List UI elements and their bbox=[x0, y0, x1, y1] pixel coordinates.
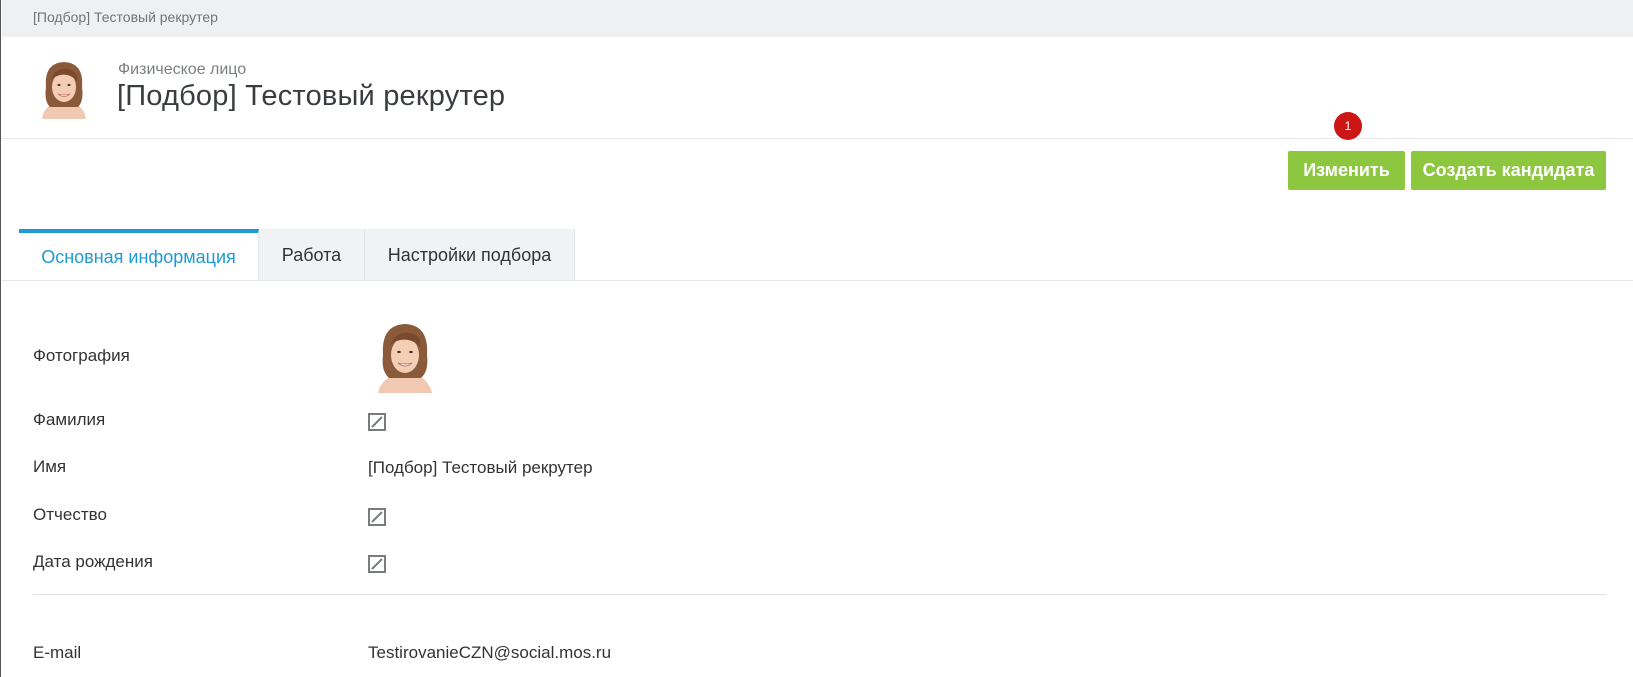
first-name-label: Имя bbox=[33, 457, 67, 476]
avatar bbox=[34, 57, 94, 119]
section-divider bbox=[33, 594, 1606, 595]
header-divider bbox=[2, 138, 1633, 139]
patronymic-label: Отчество bbox=[33, 505, 107, 524]
create-candidate-button[interactable]: Создать кандидата bbox=[1411, 151, 1606, 190]
profile-photo bbox=[370, 319, 440, 393]
page-frame: [Подбор] Тестовый рекрутер Физическое ли… bbox=[0, 0, 1633, 677]
empty-value-icon bbox=[368, 555, 386, 573]
birth-date-label: Дата рождения bbox=[33, 552, 153, 571]
tab-work[interactable]: Работа bbox=[259, 229, 365, 281]
first-name-value: [Подбор] Тестовый рекрутер bbox=[368, 458, 593, 477]
tab-recruitment-settings[interactable]: Настройки подбора bbox=[365, 229, 575, 281]
last-name-label: Фамилия bbox=[33, 410, 106, 429]
empty-value-icon bbox=[368, 508, 386, 526]
email-label: E-mail bbox=[33, 643, 82, 662]
breadcrumb: [Подбор] Тестовый рекрутер bbox=[2, 0, 1633, 37]
photo-label: Фотография bbox=[33, 346, 130, 365]
edit-button[interactable]: Изменить bbox=[1288, 151, 1405, 190]
notification-badge[interactable]: 1 bbox=[1334, 112, 1362, 140]
tab-main-info[interactable]: Основная информация bbox=[19, 229, 259, 281]
entity-type-label: Физическое лицо bbox=[118, 61, 247, 78]
breadcrumb-text[interactable]: [Подбор] Тестовый рекрутер bbox=[33, 9, 218, 25]
empty-value-icon bbox=[368, 413, 386, 431]
page-title: [Подбор] Тестовый рекрутер bbox=[117, 80, 506, 112]
tabs-divider bbox=[2, 280, 1633, 281]
email-value[interactable]: TestirovanieCZN@social.mos.ru bbox=[368, 643, 611, 663]
